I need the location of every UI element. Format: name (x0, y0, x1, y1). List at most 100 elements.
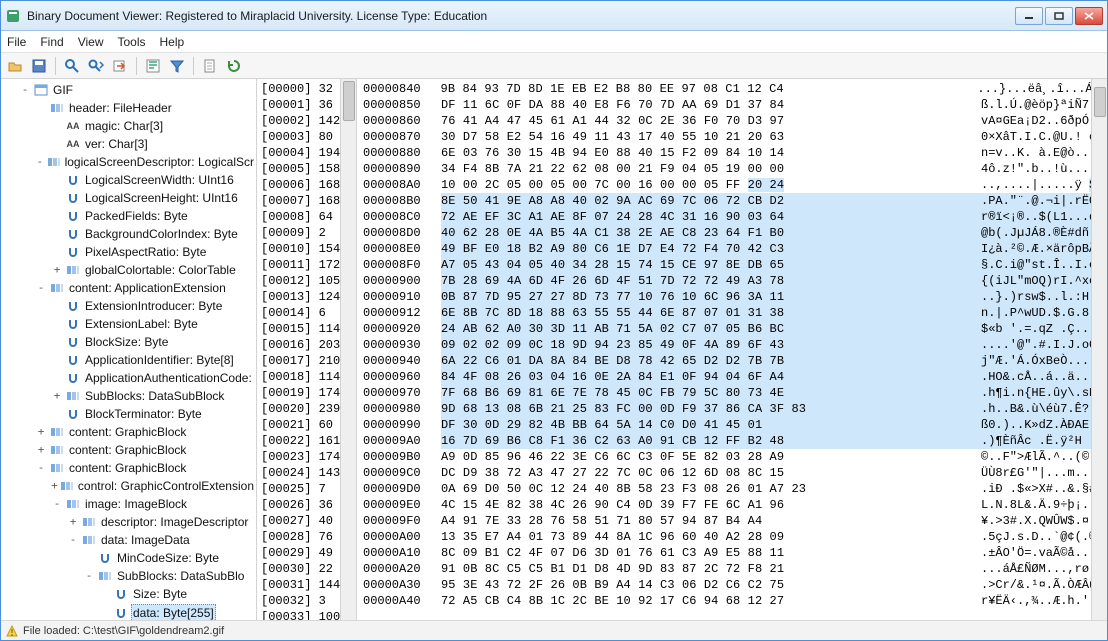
expand-toggle[interactable]: + (35, 424, 47, 440)
hex-row[interactable]: 000009B0A9 0D 85 96 46 22 3E C6 6C C3 0F… (363, 449, 1107, 465)
hex-row[interactable]: 000008F0A7 05 43 04 05 40 34 28 15 74 15… (363, 257, 1107, 273)
expand-toggle[interactable]: + (51, 388, 63, 404)
tree-node[interactable]: PackedFields: Byte (51, 207, 256, 225)
tree-node[interactable]: LogicalScreenWidth: UInt16 (51, 171, 256, 189)
open-icon[interactable] (5, 56, 25, 76)
filter-icon[interactable] (167, 56, 187, 76)
tree-node[interactable]: ExtensionLabel: Byte (51, 315, 256, 333)
hex-row[interactable]: 000009A016 7D 69 B6 C8 F1 36 C2 63 A0 91… (363, 433, 1107, 449)
hex-row[interactable]: 0000087030 D7 58 E2 54 16 49 11 43 17 40… (363, 129, 1107, 145)
expand-toggle[interactable]: + (35, 442, 47, 458)
minimize-button[interactable] (1015, 7, 1043, 25)
tree-node[interactable]: BlockSize: Byte (51, 333, 256, 351)
find-icon[interactable] (62, 56, 82, 76)
tree-node[interactable]: +globalColortable: ColorTable (51, 261, 256, 279)
hex-row[interactable]: 000008B08E 50 41 9E A8 A8 40 02 9A AC 69… (363, 193, 1107, 209)
expand-toggle[interactable]: - (83, 568, 95, 584)
tree-node[interactable]: ApplicationAuthenticationCode: (51, 369, 256, 387)
tree-node[interactable]: +descriptor: ImageDescriptor (67, 513, 256, 531)
structure-tree-panel[interactable]: -GIFheader: FileHeaderAAmagic: Char[3]AA… (1, 79, 257, 620)
addr-vscrollbar[interactable] (340, 79, 356, 620)
hex-row[interactable]: 000009F0A4 91 7E 33 28 76 58 51 71 80 57… (363, 513, 1107, 529)
tree-node[interactable]: BackgroundColorIndex: Byte (51, 225, 256, 243)
maximize-button[interactable] (1045, 7, 1073, 25)
goto-icon[interactable] (110, 56, 130, 76)
tree-node[interactable]: ApplicationIdentifier: Byte[8] (51, 351, 256, 369)
expand-toggle[interactable]: + (51, 478, 58, 494)
hex-row[interactable]: 000009809D 68 13 08 6B 21 25 83 FC 00 0D… (363, 401, 1107, 417)
hex-row[interactable]: 0000096084 4F 08 26 03 04 16 0E 2A 84 E1… (363, 369, 1107, 385)
tree-node[interactable]: -data: ImageData (67, 531, 256, 549)
menu-help[interactable]: Help (160, 35, 185, 49)
bookmark-icon[interactable] (143, 56, 163, 76)
hex-row[interactable]: 00000850DF 11 6C 0F DA 88 40 E8 F6 70 7D… (363, 97, 1107, 113)
tree-node[interactable]: -image: ImageBlock (51, 495, 256, 513)
hex-row[interactable]: 000008A010 00 2C 05 00 05 00 7C 00 16 00… (363, 177, 1107, 193)
expand-toggle[interactable]: - (19, 82, 31, 98)
hex-row[interactable]: 0000092024 AB 62 A0 30 3D 11 AB 71 5A 02… (363, 321, 1107, 337)
menu-tools[interactable]: Tools (117, 35, 145, 49)
expand-toggle[interactable]: - (35, 460, 47, 476)
window-title: Binary Document Viewer: Registered to Mi… (27, 9, 1015, 23)
tree-node[interactable]: Size: Byte (99, 585, 256, 603)
menu-view[interactable]: View (78, 35, 104, 49)
expand-toggle[interactable]: - (35, 280, 47, 296)
titlebar[interactable]: Binary Document Viewer: Registered to Mi… (1, 1, 1107, 31)
hex-row[interactable]: 0000093009 02 02 09 0C 18 9D 94 23 85 49… (363, 337, 1107, 353)
hex-row[interactable]: 000008D040 62 28 0E 4A B5 4A C1 38 2E AE… (363, 225, 1107, 241)
tree-node[interactable]: MinCodeSize: Byte (83, 549, 256, 567)
hex-row[interactable]: 000009007B 28 69 4A 6D 4F 26 6D 4F 51 7D… (363, 273, 1107, 289)
tree-node[interactable]: PixelAspectRatio: Byte (51, 243, 256, 261)
tree-node[interactable]: +control: GraphicControlExtension (51, 477, 256, 495)
tree-node[interactable]: +SubBlocks: DataSubBlock (51, 387, 256, 405)
tree-node[interactable]: header: FileHeader (35, 99, 256, 117)
tree-node[interactable]: BlockTerminator: Byte (51, 405, 256, 423)
tree-node[interactable]: AAmagic: Char[3] (51, 117, 256, 135)
hex-row[interactable]: 0000086076 41 A4 47 45 61 A1 44 32 0C 2E… (363, 113, 1107, 129)
expand-toggle[interactable]: - (35, 154, 45, 170)
hex-row[interactable]: 00000A0013 35 E7 A4 01 73 89 44 8A 1C 96… (363, 529, 1107, 545)
tree-node[interactable]: +content: GraphicBlock (35, 423, 256, 441)
tree-node[interactable]: +content: GraphicBlock (35, 441, 256, 459)
expand-toggle[interactable]: + (51, 262, 63, 278)
tree-node[interactable]: AAver: Char[3] (51, 135, 256, 153)
hex-row[interactable]: 000009406A 22 C6 01 DA 8A 84 BE D8 78 42… (363, 353, 1107, 369)
hex-vscrollbar[interactable] (1091, 79, 1107, 620)
find-next-icon[interactable] (86, 56, 106, 76)
hex-row[interactable]: 000009707F 68 B6 69 81 6E 7E 78 45 0C FB… (363, 385, 1107, 401)
hex-row[interactable]: 00000A108C 09 B1 C2 4F 07 D6 3D 01 76 61… (363, 545, 1107, 561)
tree-node[interactable]: -logicalScreenDescriptor: LogicalScr (35, 153, 256, 171)
hex-row[interactable]: 000009D00A 69 D0 50 0C 12 24 40 8B 58 23… (363, 481, 1107, 497)
tree-node[interactable]: -content: ApplicationExtension (35, 279, 256, 297)
hex-row[interactable]: 000008409B 84 93 7D 8D 1E EB E2 B8 80 EE… (363, 81, 1107, 97)
tree-node[interactable]: -GIF (19, 81, 256, 99)
hex-row[interactable]: 000009100B 87 7D 95 27 27 8D 73 77 10 76… (363, 289, 1107, 305)
hex-row[interactable]: 00000A3095 3E 43 72 2F 26 0B B9 A4 14 C3… (363, 577, 1107, 593)
hex-row[interactable]: 000008C072 AE EF 3C A1 AE 8F 07 24 28 4C… (363, 209, 1107, 225)
menu-find[interactable]: Find (40, 35, 63, 49)
hex-row[interactable]: 00000A2091 0B 8C C5 C5 B1 D1 D8 4D 9D 83… (363, 561, 1107, 577)
tree-node[interactable]: ExtensionIntroducer: Byte (51, 297, 256, 315)
tree-node[interactable]: -content: GraphicBlock (35, 459, 256, 477)
hex-row[interactable]: 0000089034 F4 8B 7A 21 22 62 08 00 21 F9… (363, 161, 1107, 177)
hex-row[interactable]: 000009126E 8B 7C 8D 18 88 63 55 55 44 6E… (363, 305, 1107, 321)
tree-node[interactable]: data: Byte[255] (99, 603, 256, 620)
menu-file[interactable]: File (7, 35, 26, 49)
hex-row[interactable]: 000008806E 03 76 30 15 4B 94 E0 88 40 15… (363, 145, 1107, 161)
save-icon[interactable] (29, 56, 49, 76)
hex-row[interactable]: 000009E04C 15 4E 82 38 4C 26 90 C4 0D 39… (363, 497, 1107, 513)
expand-toggle[interactable]: - (67, 532, 79, 548)
expand-toggle[interactable]: + (67, 514, 79, 530)
close-button[interactable] (1075, 7, 1103, 25)
page-icon[interactable] (200, 56, 220, 76)
refresh-icon[interactable] (224, 56, 244, 76)
address-list-panel[interactable]: [00000] 32[00001] 36[00002] 142[00003] 8… (257, 79, 357, 620)
hex-row[interactable]: 000008E049 BF E0 18 B2 A9 80 C6 1E D7 E4… (363, 241, 1107, 257)
hex-row[interactable]: 00000A4072 A5 CB C4 8B 1C 2C BE 10 92 17… (363, 593, 1107, 609)
tree-node[interactable]: LogicalScreenHeight: UInt16 (51, 189, 256, 207)
tree-node[interactable]: -SubBlocks: DataSubBlo (83, 567, 256, 585)
hex-row[interactable]: 00000990DF 30 0D 29 82 4B BB 64 5A 14 C0… (363, 417, 1107, 433)
expand-toggle[interactable]: - (51, 496, 63, 512)
hex-row[interactable]: 000009C0DC D9 38 72 A3 47 27 22 7C 0C 06… (363, 465, 1107, 481)
hex-view-panel[interactable]: 000008409B 84 93 7D 8D 1E EB E2 B8 80 EE… (357, 79, 1107, 620)
